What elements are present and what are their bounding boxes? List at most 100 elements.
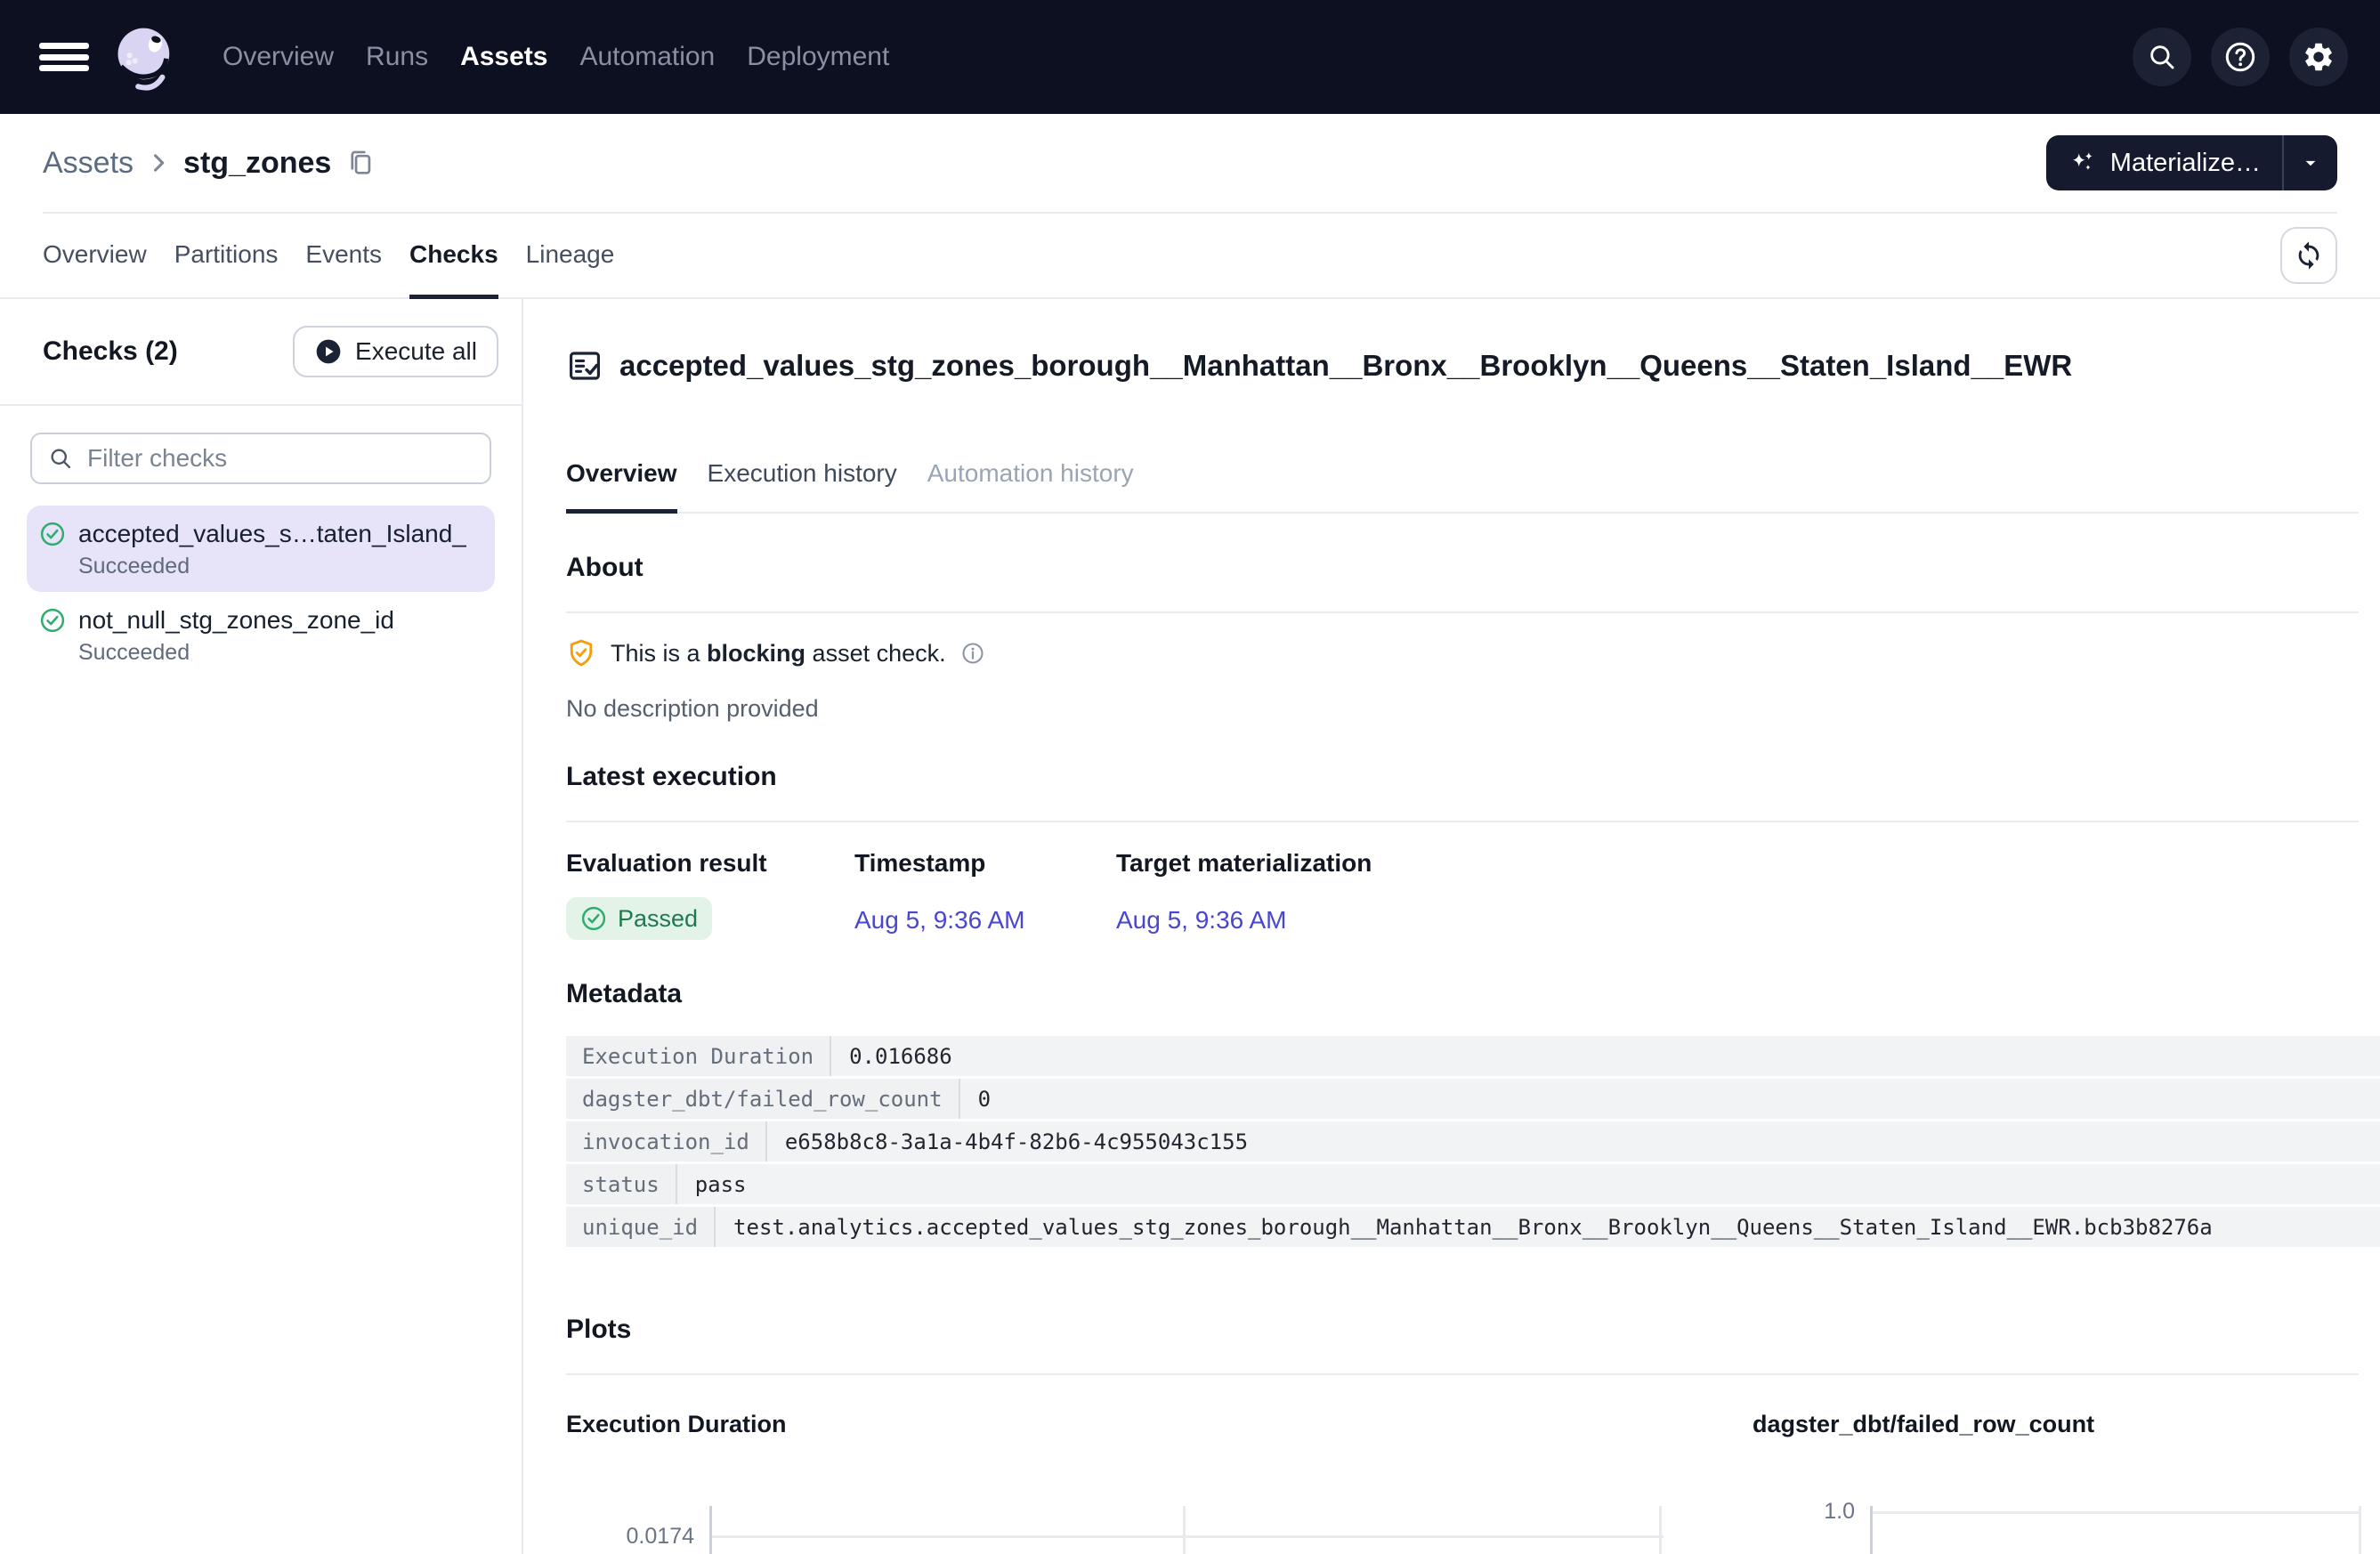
gear-icon xyxy=(2302,40,2335,74)
tab-check-overview[interactable]: Overview xyxy=(566,459,677,514)
settings-button[interactable] xyxy=(2289,28,2348,86)
materialize-split-button: Materialize… xyxy=(2046,135,2337,190)
materialize-dropdown-button[interactable] xyxy=(2284,135,2337,190)
check-circle-icon xyxy=(39,521,66,547)
metadata-value: e658b8c8-3a1a-4b4f-82b6-4c955043c155 xyxy=(767,1121,2380,1161)
list-item-accepted-values-check[interactable]: accepted_values_s…taten_Island_ Succeede… xyxy=(27,506,495,592)
tab-lineage[interactable]: Lineage xyxy=(526,214,615,299)
metadata-key: invocation_id xyxy=(566,1121,767,1161)
execute-all-button[interactable]: Execute all xyxy=(293,326,498,377)
chart-plot-area: 1.0 0.6 xyxy=(1870,1506,2359,1554)
y-tick-label: 1.0 xyxy=(1721,1499,1855,1525)
execution-duration-chart: Execution Duration 0.0174 xyxy=(566,1411,1735,1554)
tab-overview[interactable]: Overview xyxy=(43,214,147,299)
tab-checks[interactable]: Checks xyxy=(409,214,498,299)
v-gridline xyxy=(1659,1506,1662,1554)
materialize-button[interactable]: Materialize… xyxy=(2046,135,2282,190)
check-status: Succeeded xyxy=(78,640,482,666)
topnav-item-runs[interactable]: Runs xyxy=(366,42,428,72)
list-item-not-null-check[interactable]: not_null_stg_zones_zone_id Succeeded xyxy=(27,592,495,678)
search-button[interactable] xyxy=(2133,28,2191,86)
metadata-key: dagster_dbt/failed_row_count xyxy=(566,1079,960,1119)
section-divider xyxy=(566,611,2359,613)
checks-list: accepted_values_s…taten_Island_ Succeede… xyxy=(0,504,522,680)
check-status: Succeeded xyxy=(78,554,482,579)
check-name: not_null_stg_zones_zone_id xyxy=(78,606,394,635)
blocking-check-text: This is a blocking asset check. xyxy=(611,640,946,668)
refresh-button[interactable] xyxy=(2280,227,2337,284)
play-circle-icon xyxy=(314,337,343,366)
checks-count-heading: Checks (2) xyxy=(43,336,178,367)
dagster-logo-icon[interactable] xyxy=(109,20,183,94)
help-button[interactable] xyxy=(2211,28,2270,86)
info-icon[interactable] xyxy=(960,641,985,666)
topnav-item-assets[interactable]: Assets xyxy=(460,42,547,72)
v-gridline xyxy=(1183,1506,1186,1554)
primary-nav: Overview Runs Assets Automation Deployme… xyxy=(223,42,889,72)
metadata-value: pass xyxy=(677,1164,2380,1204)
check-detail-panel: accepted_values_stg_zones_borough__Manha… xyxy=(523,299,2380,1554)
filter-checks-input[interactable] xyxy=(85,443,474,473)
help-icon xyxy=(2223,40,2257,74)
check-circle-icon xyxy=(39,607,66,634)
chart-title: dagster_dbt/failed_row_count xyxy=(1753,1411,2359,1438)
failed-row-count-chart: dagster_dbt/failed_row_count 1.0 0.6 xyxy=(1735,1411,2359,1554)
tab-automation-history[interactable]: Automation history xyxy=(927,459,1134,514)
check-name: accepted_values_s…taten_Island_ xyxy=(78,520,466,548)
blocking-check-note: This is a blocking asset check. xyxy=(566,638,2359,668)
topnav-item-overview[interactable]: Overview xyxy=(223,42,334,72)
table-row: unique_id test.analytics.accepted_values… xyxy=(566,1207,2380,1247)
copy-asset-name-button[interactable] xyxy=(345,148,376,178)
latest-execution-heading: Latest execution xyxy=(566,762,2359,792)
topnav-item-automation[interactable]: Automation xyxy=(579,42,715,72)
checklist-icon xyxy=(566,347,603,384)
topnav-item-deployment[interactable]: Deployment xyxy=(747,42,889,72)
breadcrumb-current-asset: stg_zones xyxy=(183,146,331,181)
search-icon xyxy=(2147,42,2177,72)
table-row: Execution Duration 0.016686 xyxy=(566,1036,2380,1076)
passed-status-badge: Passed xyxy=(566,897,712,940)
breadcrumb-assets-link[interactable]: Assets xyxy=(43,146,134,181)
top-navigation-bar: Overview Runs Assets Automation Deployme… xyxy=(0,0,2380,114)
asset-tabs-row: Overview Partitions Events Checks Lineag… xyxy=(0,214,2380,299)
sparkle-icon xyxy=(2068,148,2098,178)
timestamp-link[interactable]: Aug 5, 9:36 AM xyxy=(854,906,1116,935)
section-divider xyxy=(566,1373,2359,1375)
check-title-row: accepted_values_stg_zones_borough__Manha… xyxy=(566,329,2359,402)
shield-check-icon xyxy=(566,638,596,668)
tab-partitions[interactable]: Partitions xyxy=(174,214,279,299)
metadata-table: Execution Duration 0.016686 dagster_dbt/… xyxy=(566,1036,2380,1247)
checks-sidebar: Checks (2) Execute all xyxy=(0,299,523,1554)
caret-down-icon xyxy=(2299,151,2322,174)
latest-execution-columns: Evaluation result Passed Timestamp Aug 5… xyxy=(566,849,2359,940)
tab-execution-history[interactable]: Execution history xyxy=(708,459,897,514)
execute-all-label: Execute all xyxy=(355,337,477,366)
table-row: status pass xyxy=(566,1164,2380,1204)
metadata-key: status xyxy=(566,1164,677,1204)
tab-events[interactable]: Events xyxy=(305,214,382,299)
search-icon xyxy=(48,446,73,471)
filter-checks-box xyxy=(30,433,491,484)
chart-plot-area: 0.0174 xyxy=(709,1506,1664,1554)
check-title: accepted_values_stg_zones_borough__Manha… xyxy=(619,349,2072,383)
h-gridline xyxy=(1873,1511,2359,1514)
chart-title: Execution Duration xyxy=(566,1411,1735,1438)
metadata-key: Execution Duration xyxy=(566,1036,831,1076)
table-row: dagster_dbt/failed_row_count 0 xyxy=(566,1079,2380,1119)
timestamp-header: Timestamp xyxy=(854,849,1116,878)
chevron-right-icon xyxy=(146,150,171,175)
materialize-button-label: Materialize… xyxy=(2110,149,2261,178)
content-area: Checks (2) Execute all xyxy=(0,299,2380,1554)
breadcrumb-row: Assets stg_zones Materialize… xyxy=(0,114,2380,212)
y-tick-label: 0.0174 xyxy=(561,1524,694,1550)
plots-heading: Plots xyxy=(566,1315,2359,1345)
target-materialization-link[interactable]: Aug 5, 9:36 AM xyxy=(1116,906,1372,935)
plots-row: Execution Duration 0.0174 dagster_dbt/fa… xyxy=(566,1411,2359,1554)
check-detail-tabs: Overview Execution history Automation hi… xyxy=(566,459,2359,514)
metadata-value: 0 xyxy=(960,1079,2380,1119)
checks-sidebar-header: Checks (2) Execute all xyxy=(0,299,522,406)
hamburger-menu-icon[interactable] xyxy=(39,37,89,77)
v-gridline xyxy=(2359,1506,2361,1554)
about-heading: About xyxy=(566,553,2359,583)
refresh-icon xyxy=(2294,240,2324,271)
